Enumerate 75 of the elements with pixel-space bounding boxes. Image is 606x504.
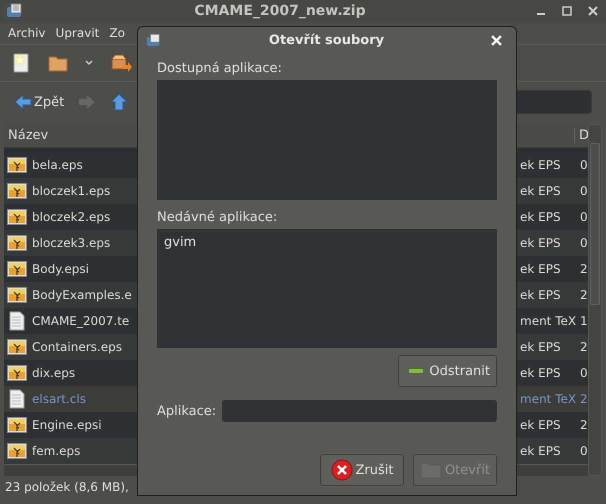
image-file-icon	[7, 260, 27, 277]
close-icon	[330, 459, 352, 481]
menu-item[interactable]: Upravit	[56, 26, 100, 40]
minus-icon	[409, 368, 424, 374]
table-cell: 2	[580, 392, 588, 406]
file-name: fem.eps	[32, 444, 80, 458]
file-name: bloczek1.eps	[32, 184, 110, 198]
menu-item[interactable]: Zo	[109, 26, 125, 40]
recent-apps-list[interactable]: gvim	[157, 229, 497, 348]
image-file-icon	[7, 338, 27, 355]
table-cell: 2	[580, 418, 588, 432]
file-type: ek EPS	[520, 184, 562, 198]
table-cell: 0	[580, 236, 588, 250]
image-file-icon	[7, 286, 27, 303]
remove-button[interactable]: Odstranit	[398, 355, 497, 387]
close-icon[interactable]	[588, 6, 598, 16]
table-cell: 0	[580, 444, 588, 458]
image-file-icon	[7, 234, 27, 251]
file-type: ek EPS	[520, 444, 562, 458]
file-type: ek EPS	[520, 418, 562, 432]
image-file-icon	[7, 442, 27, 459]
file-name: bloczek3.eps	[32, 236, 110, 250]
section-label: Dostupná aplikace:	[157, 61, 283, 76]
file-type: ek EPS	[520, 288, 562, 302]
file-type: ek EPS	[520, 236, 562, 250]
file-type: ek EPS	[520, 210, 562, 224]
image-file-icon	[7, 156, 27, 173]
back-arrow-icon	[14, 94, 32, 110]
file-name: BodyExamples.e	[32, 288, 132, 302]
image-file-icon	[7, 364, 27, 381]
file-type: ment TeX	[520, 314, 578, 328]
section-label: Nedávné aplikace:	[157, 210, 278, 225]
file-name: elsart.cls	[32, 392, 86, 406]
status-text: 23 položek (8,6 MB),	[4, 479, 130, 496]
file-name: CMAME_2007.te	[32, 314, 130, 328]
table-cell: 0	[580, 158, 588, 172]
file-name: Engine.epsi	[32, 418, 102, 432]
window-title: CMAME_2007_new.zip	[193, 3, 367, 19]
table-cell: 2	[580, 340, 588, 354]
text-file-icon	[7, 388, 27, 409]
table-cell: 1	[580, 314, 588, 328]
dialog-title: Otevřít soubory	[268, 32, 386, 48]
folder-icon[interactable]	[48, 54, 68, 72]
file-name: bloczek2.eps	[32, 210, 110, 224]
archive-icon	[6, 3, 24, 19]
table-cell: 2	[580, 288, 588, 302]
menu-item[interactable]: Archiv	[8, 26, 46, 40]
file-type: ek EPS	[520, 366, 562, 380]
table-cell: 0	[580, 210, 588, 224]
image-file-icon	[7, 416, 27, 433]
text-file-icon	[7, 310, 27, 331]
file-type: ek EPS	[520, 262, 562, 276]
caret-icon[interactable]	[84, 59, 94, 67]
back-button[interactable]: Zpět	[14, 94, 64, 110]
image-file-icon	[7, 208, 27, 225]
image-file-icon	[7, 182, 27, 199]
field-label: Aplikace:	[157, 404, 216, 418]
input-field[interactable]	[222, 400, 497, 422]
app-item[interactable]: gvim	[164, 235, 196, 250]
maximize-icon[interactable]	[562, 6, 572, 16]
file-name: dix.eps	[32, 366, 76, 380]
cancel-button[interactable]: Zrušit	[320, 454, 404, 486]
file-type: ek EPS	[520, 158, 562, 172]
table-cell: 0	[580, 184, 588, 198]
extract-icon[interactable]	[110, 53, 132, 73]
up-arrow-icon[interactable]	[110, 93, 128, 111]
file-type: ment TeX	[520, 392, 578, 406]
vertical-scrollbar[interactable]	[588, 124, 602, 476]
file-name: Body.epsi	[32, 262, 89, 276]
archive-icon	[146, 32, 162, 48]
file-name: Containers.eps	[32, 340, 122, 354]
file-type: ek EPS	[520, 340, 562, 354]
table-cell: 0	[580, 366, 588, 380]
table-cell: 2	[580, 262, 588, 276]
file-name: bela.eps	[32, 158, 83, 172]
